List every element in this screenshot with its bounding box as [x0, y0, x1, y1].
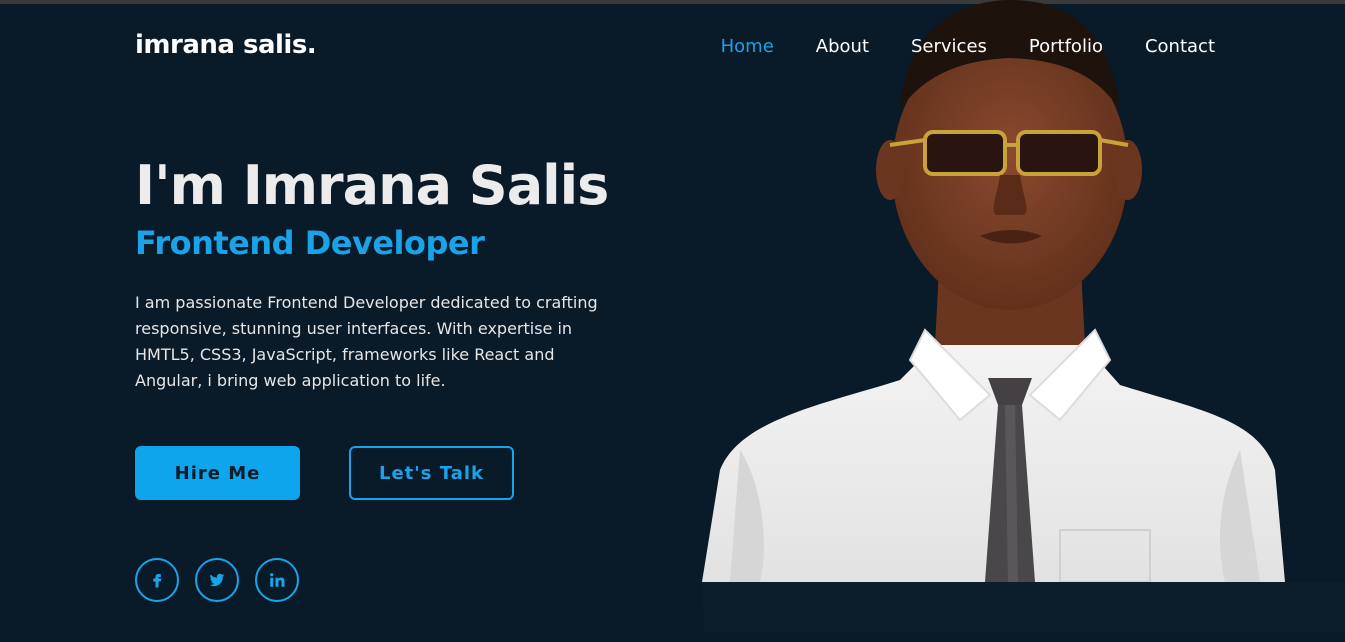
nav-portfolio[interactable]: Portfolio	[1029, 36, 1103, 57]
nav-about[interactable]: About	[816, 36, 869, 57]
hire-me-button[interactable]: Hire Me	[135, 446, 300, 500]
social-links	[135, 558, 299, 602]
main-nav: Home About Services Portfolio Contact	[721, 36, 1215, 57]
hero-title: I'm Imrana Salis	[135, 154, 609, 217]
hero-description: I am passionate Frontend Developer dedic…	[135, 293, 598, 390]
linkedin-icon	[270, 573, 285, 587]
site-logo[interactable]: imrana salis.	[135, 30, 317, 60]
linkedin-link[interactable]	[255, 558, 299, 602]
nav-contact[interactable]: Contact	[1145, 36, 1215, 57]
facebook-icon	[153, 574, 162, 588]
profile-photo	[702, 0, 1285, 582]
hero-section: I'm Imrana Salis Frontend Developer I am…	[135, 150, 695, 394]
lets-talk-button[interactable]: Let's Talk	[349, 446, 514, 500]
hero-subtitle: Frontend Developer	[135, 224, 485, 262]
nav-services[interactable]: Services	[911, 36, 987, 57]
facebook-link[interactable]	[135, 558, 179, 602]
hero-actions: Hire Me Let's Talk	[135, 446, 514, 500]
twitter-link[interactable]	[195, 558, 239, 602]
twitter-icon	[209, 573, 225, 587]
photo-bottom-shadow	[702, 582, 1345, 642]
nav-home[interactable]: Home	[721, 36, 774, 57]
